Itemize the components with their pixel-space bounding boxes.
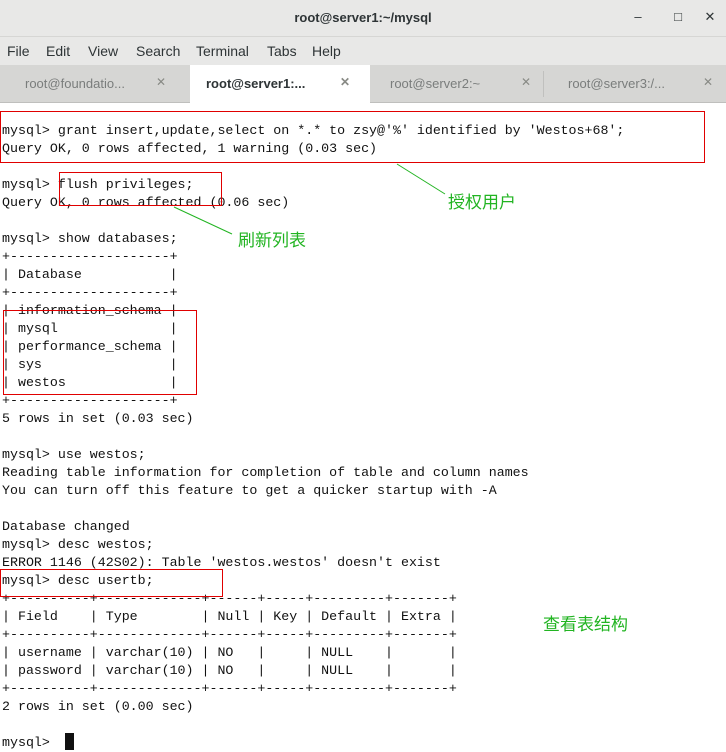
minimize-icon[interactable]: –	[629, 8, 647, 26]
tab-foundation[interactable]: root@foundatio... ✕	[0, 65, 180, 102]
tab-server2[interactable]: root@server2:~ ✕	[365, 65, 545, 102]
terminal-line: +--------------------+	[2, 249, 178, 264]
close-icon[interactable]: ✕	[701, 8, 719, 26]
window-titlebar: root@server1:~/mysql – □ ✕	[0, 0, 726, 37]
terminal-line: Database changed	[2, 519, 130, 534]
terminal-line: +----------+-------------+------+-----+-…	[2, 627, 457, 642]
menu-search[interactable]: Search	[136, 43, 180, 59]
tab-server3[interactable]: root@server3:/... ✕	[543, 65, 723, 102]
terminal-line: +----------+-------------+------+-----+-…	[2, 681, 457, 696]
menu-file[interactable]: File	[7, 43, 30, 59]
menu-edit[interactable]: Edit	[46, 43, 70, 59]
menu-tabs[interactable]: Tabs	[267, 43, 297, 59]
highlight-box-grant	[0, 111, 705, 163]
annotation-desc-table: 查看表结构	[543, 615, 628, 635]
annotation-flush-list: 刷新列表	[238, 231, 306, 251]
terminal-line: 2 rows in set (0.00 sec)	[2, 699, 194, 714]
tab-bar: root@foundatio... ✕ root@server1:... ✕ r…	[0, 65, 726, 103]
menu-bar: File Edit View Search Terminal Tabs Help	[0, 37, 726, 65]
terminal-line: | Field | Type | Null | Key | Default | …	[2, 609, 457, 624]
highlight-box-databases	[3, 310, 197, 395]
terminal-line: mysql> desc westos;	[2, 537, 154, 552]
tab-close-icon[interactable]: ✕	[156, 75, 166, 89]
terminal-line: You can turn off this feature to get a q…	[2, 483, 497, 498]
terminal-prompt: mysql>	[2, 735, 58, 750]
annotation-grant-user: 授权用户	[448, 193, 516, 213]
terminal-line: 5 rows in set (0.03 sec)	[2, 411, 194, 426]
menu-help[interactable]: Help	[312, 43, 341, 59]
window-title: root@server1:~/mysql	[294, 10, 432, 25]
terminal-line: +--------------------+	[2, 285, 178, 300]
tab-server1[interactable]: root@server1:... ✕	[190, 65, 370, 103]
tab-label: root@server3:/...	[568, 76, 666, 91]
maximize-icon[interactable]: □	[669, 8, 687, 26]
tab-label: root@server2:~	[390, 76, 481, 91]
tab-label: root@server1:...	[206, 76, 306, 91]
terminal-line: Reading table information for completion…	[2, 465, 529, 480]
tab-close-icon[interactable]: ✕	[703, 75, 713, 89]
highlight-box-desc	[0, 569, 223, 597]
terminal-line: mysql> use westos;	[2, 447, 146, 462]
menu-view[interactable]: View	[88, 43, 118, 59]
tab-label: root@foundatio...	[25, 76, 125, 91]
tab-close-icon[interactable]: ✕	[521, 75, 531, 89]
tab-close-icon[interactable]: ✕	[340, 75, 350, 89]
terminal-line: mysql> show databases;	[2, 231, 178, 246]
menu-terminal[interactable]: Terminal	[196, 43, 249, 59]
terminal-cursor	[65, 733, 74, 750]
terminal-line: | password | varchar(10) | NO | | NULL |…	[2, 663, 457, 678]
terminal-line: | Database |	[2, 267, 178, 282]
highlight-box-flush	[59, 172, 222, 206]
terminal-line: | username | varchar(10) | NO | | NULL |…	[2, 645, 457, 660]
